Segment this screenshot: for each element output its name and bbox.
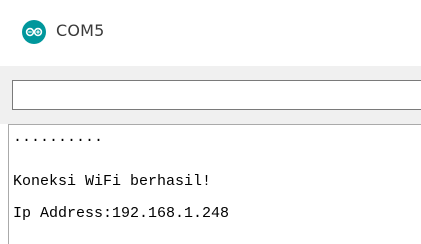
title-bar: COM5 bbox=[0, 0, 421, 66]
serial-send-input[interactable] bbox=[12, 80, 421, 110]
output-line: Ip Address:192.168.1.248 bbox=[13, 205, 230, 222]
send-bar bbox=[0, 66, 421, 124]
arduino-logo-icon bbox=[22, 20, 46, 44]
serial-output[interactable]: .......... Koneksi WiFi berhasil! Ip Add… bbox=[8, 124, 421, 244]
serial-monitor-window: COM5 .......... Koneksi WiFi berhasil! I… bbox=[0, 0, 421, 244]
output-line: .......... bbox=[13, 129, 104, 146]
window-title: COM5 bbox=[56, 21, 105, 40]
output-line: Koneksi WiFi berhasil! bbox=[13, 173, 212, 190]
